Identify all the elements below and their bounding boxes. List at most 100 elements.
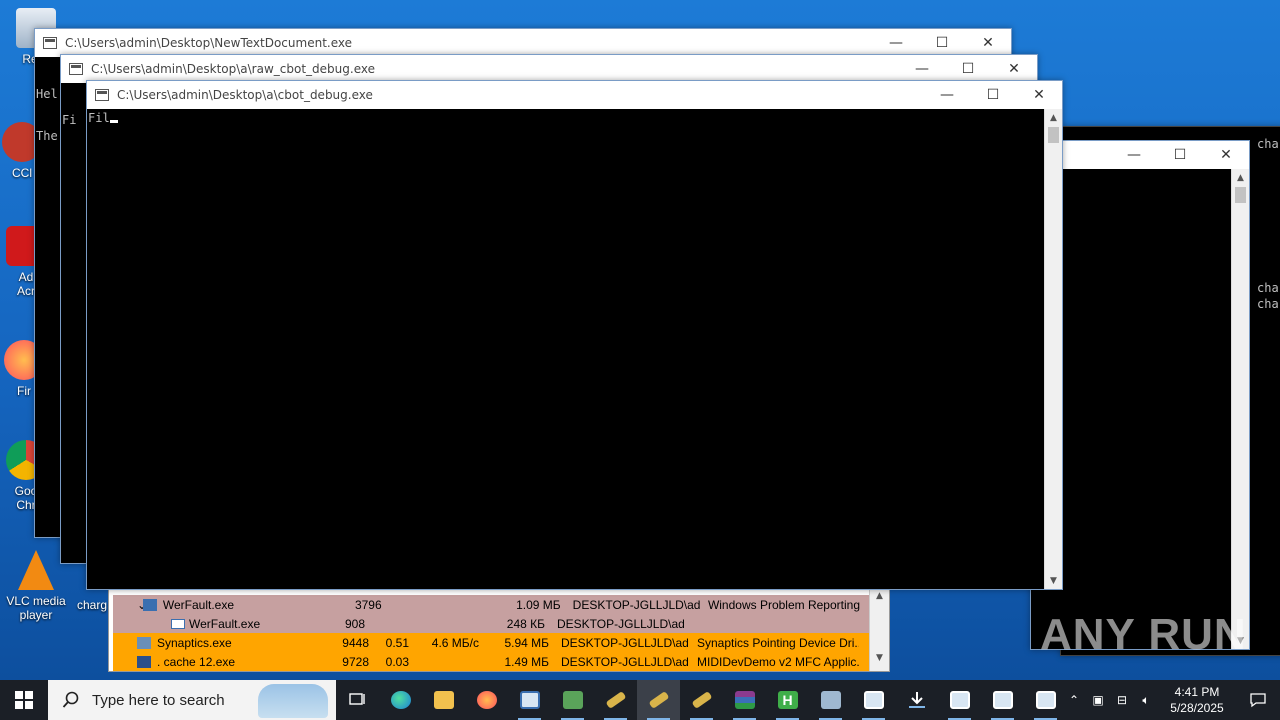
maximize-icon[interactable]: ☐ — [919, 29, 965, 57]
anyrun-watermark: ANY RUN — [1040, 610, 1247, 659]
clock[interactable]: 4:41 PM 5/28/2025 — [1158, 684, 1236, 716]
download-icon[interactable] — [895, 680, 938, 720]
minimize-icon[interactable]: — — [1111, 141, 1157, 169]
window-titlebar[interactable]: C:\Users\admin\Desktop\NewTextDocument.e… — [35, 29, 1011, 57]
werfault-icon — [142, 598, 157, 611]
process-cpu: 0.51 — [385, 635, 409, 650]
desktop-icon-label: Ad Acr — [17, 270, 35, 298]
desktop: Recy CCl Ad Acr Fir Goo Chr VLC media pl… — [0, 0, 1280, 680]
close-icon[interactable]: ✕ — [1016, 81, 1062, 109]
window-title: C:\Users\admin\Desktop\NewTextDocument.e… — [65, 36, 352, 50]
maximize-icon[interactable]: ☐ — [970, 81, 1016, 109]
close-icon[interactable]: ✕ — [965, 29, 1011, 57]
task-view-icon[interactable] — [336, 680, 379, 720]
process-pid: 9448 — [342, 635, 369, 650]
console-app-icon — [69, 63, 83, 75]
close-icon[interactable]: ✕ — [991, 55, 1037, 83]
network-status-icon[interactable]: ▣ — [1086, 693, 1110, 707]
file-explorer-icon[interactable] — [422, 680, 465, 720]
window-title: C:\Users\admin\Desktop\a\raw_cbot_debug.… — [91, 62, 375, 76]
process-user: DESKTOP-JGLLJLD\admi — [561, 654, 689, 669]
taskbar: Type here to search H ⌃ ▣ ⊟ 🔈︎ 4:41 PM 5… — [0, 680, 1280, 720]
process-disk: 4.6 МБ/с — [431, 635, 479, 650]
console-window-icon[interactable] — [852, 680, 895, 720]
app-window-icon[interactable] — [508, 680, 551, 720]
maximize-icon[interactable]: ☐ — [945, 55, 991, 83]
windows-logo-icon — [15, 691, 33, 709]
console-scrollbar[interactable]: ▲ ▼ — [1044, 109, 1062, 589]
process-memory: 1.09 МБ — [516, 597, 561, 612]
edge-icon[interactable] — [379, 680, 422, 720]
process-memory: 248 КБ — [506, 616, 545, 631]
close-icon[interactable]: ✕ — [1203, 141, 1249, 169]
window-title: C:\Users\admin\Desktop\a\cbot_debug.exe — [117, 88, 373, 102]
scroll-down-icon[interactable]: ▼ — [870, 649, 889, 667]
scroll-up-icon[interactable]: ▲ — [1045, 109, 1062, 126]
process-user: DESKTOP-JGLLJLD\admi — [561, 635, 689, 650]
process-description: Synaptics Pointing Device Dri... — [697, 635, 859, 650]
desktop-icon-label: charg — [76, 598, 108, 612]
minimize-icon[interactable]: — — [899, 55, 945, 83]
terminal-app-icon[interactable] — [551, 680, 594, 720]
key-app-icon[interactable] — [594, 680, 637, 720]
firefox-icon[interactable] — [465, 680, 508, 720]
expand-icon[interactable]: ⌄ — [113, 598, 143, 612]
console-window-4-icon[interactable] — [1024, 680, 1067, 720]
key-app-active-icon[interactable] — [637, 680, 680, 720]
console-output: Fil — [88, 111, 110, 125]
scroll-thumb[interactable] — [1048, 127, 1059, 143]
process-memory: 1.49 МБ — [504, 654, 549, 669]
console-app-icon — [43, 37, 57, 49]
minimize-icon[interactable]: — — [873, 29, 919, 57]
process-pid: 908 — [344, 616, 365, 631]
process-description: MIDIDevDemo v2 MFC Applic... — [697, 654, 859, 669]
process-cpu: 0.03 — [385, 654, 409, 669]
desktop-icon-label: Fir — [17, 384, 31, 398]
console-window-2-icon[interactable] — [938, 680, 981, 720]
console-window-cbot-debug[interactable]: C:\Users\admin\Desktop\a\cbot_debug.exe … — [86, 80, 1063, 590]
process-tool-icon[interactable] — [809, 680, 852, 720]
process-memory: 5.94 МБ — [504, 635, 549, 650]
key-app-2-icon[interactable] — [680, 680, 723, 720]
process-name: Synaptics.exe — [157, 635, 232, 650]
search-highlight-image — [258, 684, 328, 718]
console-app-icon — [95, 89, 109, 101]
console-output: cha — [1257, 281, 1279, 295]
table-row[interactable]: . cache 12.exe 9728 0.03 1.49 МБ DESKTOP… — [113, 652, 869, 671]
console-scrollbar[interactable]: ▲ ▼ — [1231, 169, 1249, 649]
process-user: DESKTOP-JGLLJLD\admi — [572, 597, 700, 612]
scroll-thumb[interactable] — [1235, 187, 1246, 203]
maximize-icon[interactable]: ☐ — [1157, 141, 1203, 169]
chevron-up-icon[interactable]: ⌃ — [1062, 693, 1086, 707]
scroll-up-icon[interactable]: ▲ — [1232, 169, 1249, 186]
text-cursor — [109, 120, 118, 123]
minimize-icon[interactable]: — — [924, 81, 970, 109]
window-titlebar[interactable]: — ☐ ✕ — [1031, 141, 1249, 169]
notification-icon[interactable] — [1236, 692, 1280, 708]
table-row[interactable]: WerFault.exe 908 248 КБ DESKTOP-JGLLJLD\… — [113, 614, 869, 633]
winrar-icon[interactable] — [723, 680, 766, 720]
console-window-right[interactable]: — ☐ ✕ ▲ ▼ — [1030, 140, 1250, 650]
search-placeholder: Type here to search — [92, 691, 225, 709]
werfault-icon — [171, 618, 185, 629]
clock-time: 4:41 PM — [1174, 685, 1220, 699]
volume-icon[interactable]: 🔈︎ — [1134, 693, 1158, 708]
console-output: cha — [1257, 137, 1279, 151]
table-row[interactable]: ⌄ WerFault.exe 3796 1.09 МБ DESKTOP-JGLL… — [113, 595, 869, 614]
window-titlebar[interactable]: C:\Users\admin\Desktop\a\cbot_debug.exe … — [87, 81, 1062, 109]
console-window-3-icon[interactable] — [981, 680, 1024, 720]
process-description: Windows Problem Reporting — [707, 597, 860, 612]
hex-editor-icon[interactable]: H — [766, 680, 809, 720]
scroll-down-icon[interactable]: ▼ — [1045, 572, 1062, 589]
console-area[interactable]: Fil — [87, 109, 1044, 589]
taskbar-search-box[interactable]: Type here to search — [48, 680, 336, 720]
window-titlebar[interactable]: C:\Users\admin\Desktop\a\raw_cbot_debug.… — [61, 55, 1037, 83]
table-row[interactable]: Synaptics.exe 9448 0.51 4.6 МБ/с 5.94 МБ… — [113, 633, 869, 652]
process-name: . cache 12.exe — [157, 654, 236, 669]
network-icon[interactable]: ⊟ — [1110, 693, 1134, 707]
start-button[interactable] — [0, 680, 48, 720]
system-tray: ⌃ ▣ ⊟ 🔈︎ 4:41 PM 5/28/2025 — [1062, 680, 1280, 720]
process-pid: 9728 — [342, 654, 369, 669]
task-manager-scrollbar[interactable]: ▲ ▼ — [869, 587, 889, 671]
console-output: cha — [1257, 297, 1279, 311]
